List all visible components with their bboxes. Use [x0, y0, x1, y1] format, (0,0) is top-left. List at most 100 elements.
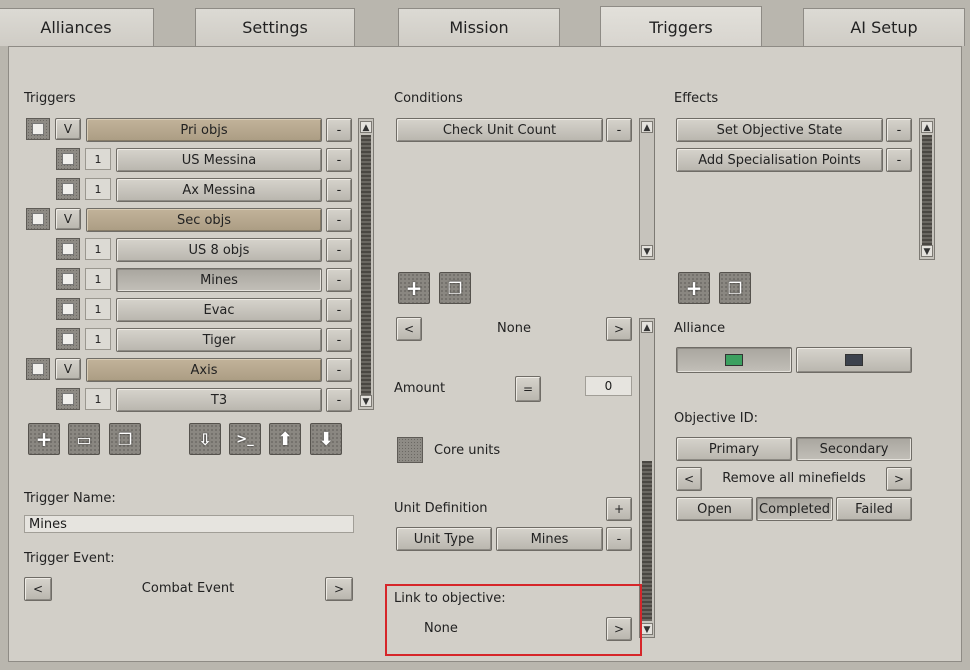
trigger-enable-checkbox[interactable] [56, 298, 80, 320]
trigger-row[interactable]: Mines [116, 268, 322, 292]
scroll-down-icon[interactable]: ▼ [360, 395, 372, 407]
effects-scrollbar[interactable]: ▲ ▼ [919, 118, 935, 260]
scroll-thumb[interactable] [922, 135, 932, 245]
unit-type-button[interactable]: Unit Type [396, 527, 492, 551]
trigger-row[interactable]: US Messina [116, 148, 322, 172]
import-icon[interactable]: ⇩ [189, 423, 221, 455]
add-icon[interactable]: + [28, 423, 60, 455]
highlight-box [385, 584, 642, 656]
trigger-enable-checkbox[interactable] [56, 268, 80, 290]
effect-value-next-button[interactable]: > [886, 467, 912, 491]
objective-secondary-button[interactable]: Secondary [796, 437, 912, 461]
trigger-group-row[interactable]: Axis [86, 358, 322, 382]
add-condition-icon[interactable]: + [398, 272, 430, 304]
folder-icon[interactable]: ▭ [68, 423, 100, 455]
tab-ai-setup[interactable]: AI Setup [803, 8, 965, 46]
alliance-allies-button[interactable] [676, 347, 792, 373]
trigger-remove-button[interactable]: - [326, 178, 352, 202]
trigger-remove-button[interactable]: - [326, 358, 352, 382]
trigger-remove-button[interactable]: - [326, 388, 352, 412]
group-toggle-button[interactable]: V [55, 208, 81, 230]
amount-operator-button[interactable]: = [515, 376, 541, 402]
trigger-row[interactable]: Tiger [116, 328, 322, 352]
tab-triggers[interactable]: Triggers [600, 6, 762, 48]
trigger-count-badge: 1 [85, 298, 111, 320]
checkbox-mark [62, 243, 74, 255]
checkbox-mark [32, 213, 44, 225]
trigger-event-next-button[interactable]: > [325, 577, 353, 601]
trigger-enable-checkbox[interactable] [26, 358, 50, 380]
trigger-row[interactable]: Evac [116, 298, 322, 322]
effect-value-prev-button[interactable]: < [676, 467, 702, 491]
unit-type-value-button[interactable]: Mines [496, 527, 603, 551]
effect-remove-button[interactable]: - [886, 118, 912, 142]
move-up-icon[interactable]: ⬆ [269, 423, 301, 455]
scroll-up-icon[interactable]: ▲ [360, 121, 372, 133]
trigger-enable-checkbox[interactable] [26, 208, 50, 230]
copy-condition-icon[interactable]: ❐ [439, 272, 471, 304]
scroll-down-icon[interactable]: ▼ [641, 623, 653, 635]
unit-definition-remove-button[interactable]: - [606, 527, 632, 551]
console-icon[interactable]: >_ [229, 423, 261, 455]
copy-effect-icon[interactable]: ❐ [719, 272, 751, 304]
trigger-remove-button[interactable]: - [326, 298, 352, 322]
scroll-down-icon[interactable]: ▼ [921, 245, 933, 257]
unit-definition-label: Unit Definition [394, 501, 488, 516]
alliance-green-swatch [725, 354, 743, 366]
tab-alliances[interactable]: Alliances [0, 8, 154, 46]
state-failed-button[interactable]: Failed [836, 497, 912, 521]
unit-definition-add-button[interactable]: + [606, 497, 632, 521]
trigger-group-row[interactable]: Sec objs [86, 208, 322, 232]
trigger-remove-button[interactable]: - [326, 328, 352, 352]
trigger-enable-checkbox[interactable] [56, 178, 80, 200]
triggers-heading: Triggers [24, 91, 76, 106]
scroll-up-icon[interactable]: ▲ [641, 321, 653, 333]
trigger-remove-button[interactable]: - [326, 148, 352, 172]
trigger-enable-checkbox[interactable] [26, 118, 50, 140]
scroll-up-icon[interactable]: ▲ [921, 121, 933, 133]
trigger-group-row[interactable]: Pri objs [86, 118, 322, 142]
trigger-remove-button[interactable]: - [326, 238, 352, 262]
trigger-enable-checkbox[interactable] [56, 148, 80, 170]
scroll-up-icon[interactable]: ▲ [641, 121, 653, 133]
core-units-checkbox[interactable] [397, 437, 423, 463]
group-toggle-button[interactable]: V [55, 118, 81, 140]
tab-mission[interactable]: Mission [398, 8, 560, 46]
condition-selector-next-button[interactable]: > [606, 317, 632, 341]
trigger-remove-button[interactable]: - [326, 118, 352, 142]
trigger-remove-button[interactable]: - [326, 208, 352, 232]
condition-selector-prev-button[interactable]: < [396, 317, 422, 341]
condition-check-unit-count[interactable]: Check Unit Count [396, 118, 603, 142]
amount-field[interactable]: 0 [585, 376, 632, 396]
conditions-scrollbar[interactable]: ▲ ▼ [639, 118, 655, 260]
objective-primary-button[interactable]: Primary [676, 437, 792, 461]
scroll-thumb[interactable] [361, 135, 371, 395]
trigger-enable-checkbox[interactable] [56, 328, 80, 350]
checkbox-mark [62, 333, 74, 345]
effect-remove-button[interactable]: - [886, 148, 912, 172]
group-toggle-button[interactable]: V [55, 358, 81, 380]
state-open-button[interactable]: Open [676, 497, 753, 521]
trigger-row[interactable]: Ax Messina [116, 178, 322, 202]
effect-set-objective-state[interactable]: Set Objective State [676, 118, 883, 142]
scroll-down-icon[interactable]: ▼ [641, 245, 653, 257]
trigger-remove-button[interactable]: - [326, 268, 352, 292]
copy-icon[interactable]: ❐ [109, 423, 141, 455]
move-down-icon[interactable]: ⬇ [310, 423, 342, 455]
trigger-list-scrollbar[interactable]: ▲ ▼ [358, 118, 374, 410]
trigger-name-field[interactable]: Mines [24, 515, 354, 533]
trigger-row[interactable]: T3 [116, 388, 322, 412]
trigger-enable-checkbox[interactable] [56, 388, 80, 410]
state-completed-button[interactable]: Completed [756, 497, 833, 521]
trigger-row[interactable]: US 8 objs [116, 238, 322, 262]
condition-remove-button[interactable]: - [606, 118, 632, 142]
scroll-thumb[interactable] [642, 461, 652, 621]
trigger-event-prev-button[interactable]: < [24, 577, 52, 601]
trigger-enable-checkbox[interactable] [56, 238, 80, 260]
alliance-axis-button[interactable] [796, 347, 912, 373]
add-effect-icon[interactable]: + [678, 272, 710, 304]
trigger-count-badge: 1 [85, 238, 111, 260]
trigger-count-badge: 1 [85, 388, 111, 410]
tab-settings[interactable]: Settings [195, 8, 355, 46]
effect-add-specialisation-points[interactable]: Add Specialisation Points [676, 148, 883, 172]
